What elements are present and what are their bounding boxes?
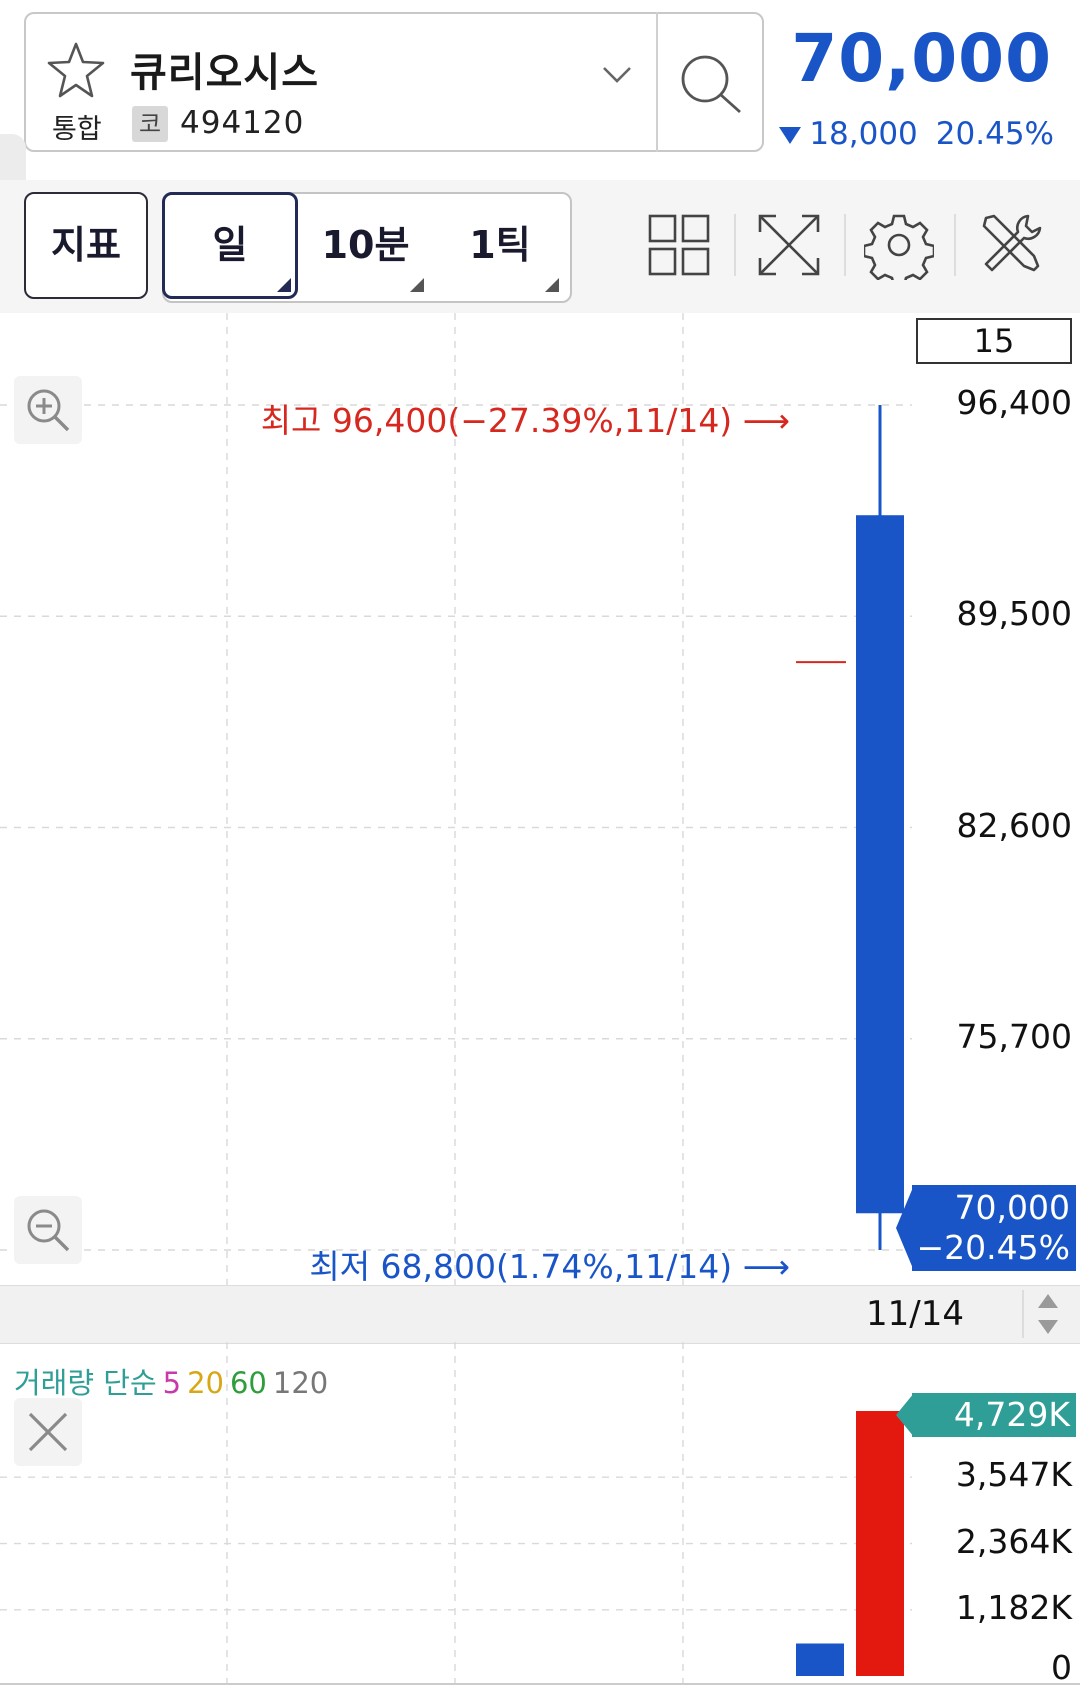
high-price-label: 최고 96,400(−27.39%,11/14) ⟶ <box>260 401 790 440</box>
tools-icon[interactable] <box>976 210 1046 280</box>
volume-max-box: 4,729K <box>912 1393 1076 1437</box>
price-axis-tick: 82,600 <box>956 805 1072 845</box>
scroll-up-down-icon[interactable] <box>1022 1290 1072 1338</box>
search-divider <box>656 12 658 152</box>
current-price: 70,000 <box>791 20 1052 97</box>
settings-gear-icon[interactable] <box>864 210 934 280</box>
low-price-label: 최저 68,800(1.74%,11/14) ⟶ <box>309 1247 790 1286</box>
stock-name[interactable]: 큐리오시스 <box>130 40 319 98</box>
price-axis <box>912 313 1080 1285</box>
current-price-box: 70,000 −20.45% <box>912 1185 1076 1271</box>
layout-grid-icon[interactable] <box>644 210 714 280</box>
ma-60-label: 60 <box>229 1366 267 1400</box>
change-amount: 18,000 <box>809 116 918 152</box>
down-triangle-icon <box>779 127 802 144</box>
ma-5-label: 5 <box>162 1366 182 1400</box>
favorite-star-icon[interactable] <box>46 40 106 100</box>
toolbar-separator <box>844 214 846 276</box>
toolbar-separator <box>734 214 736 276</box>
market-label: 통합 <box>52 114 102 145</box>
current-price-percent: −20.45% <box>916 1228 1070 1267</box>
indicator-button[interactable]: 지표 <box>24 192 148 299</box>
code-badge: 코 <box>132 106 168 142</box>
price-axis-tick: 96,400 <box>956 383 1072 422</box>
ma-20-label: 20 <box>187 1366 224 1400</box>
price-axis-tick: 75,700 <box>956 1016 1072 1056</box>
visible-period-count[interactable]: 15 <box>916 318 1072 364</box>
volume-axis-tick: 2,364K <box>955 1521 1072 1561</box>
volume-bar <box>796 1643 844 1676</box>
change-percent: 20.45% <box>935 116 1054 152</box>
bottom-border <box>0 1683 1080 1685</box>
volume-legend-title: 거래량 단순 <box>14 1366 157 1400</box>
chevron-down-icon[interactable] <box>600 62 634 86</box>
stock-code: 494120 <box>180 105 305 141</box>
price-change: 18,000 20.45% <box>779 116 1054 152</box>
volume-axis-tick: 0 <box>1051 1648 1072 1687</box>
volume-axis-tick: 1,182K <box>955 1587 1072 1627</box>
corner-triangle-icon <box>277 278 291 292</box>
close-icon[interactable] <box>14 1398 82 1466</box>
zoom-in-icon[interactable] <box>14 376 82 444</box>
volume-bar <box>856 1411 904 1676</box>
candle-body <box>856 515 904 1214</box>
volume-legend[interactable]: 거래량 단순 5 20 60 120 <box>14 1360 334 1402</box>
search-icon[interactable] <box>676 50 746 120</box>
corner-triangle-icon <box>545 278 559 292</box>
ma-120-label: 120 <box>272 1366 329 1400</box>
zoom-out-icon[interactable] <box>14 1196 82 1264</box>
fullscreen-icon[interactable] <box>754 210 824 280</box>
price-axis-tick: 89,500 <box>956 594 1072 634</box>
date-label: 11/14 <box>866 1294 964 1334</box>
corner-triangle-icon <box>410 278 424 292</box>
volume-axis-tick: 3,547K <box>955 1455 1072 1495</box>
current-price-value: 70,000 <box>954 1188 1070 1227</box>
toolbar-separator <box>954 214 956 276</box>
